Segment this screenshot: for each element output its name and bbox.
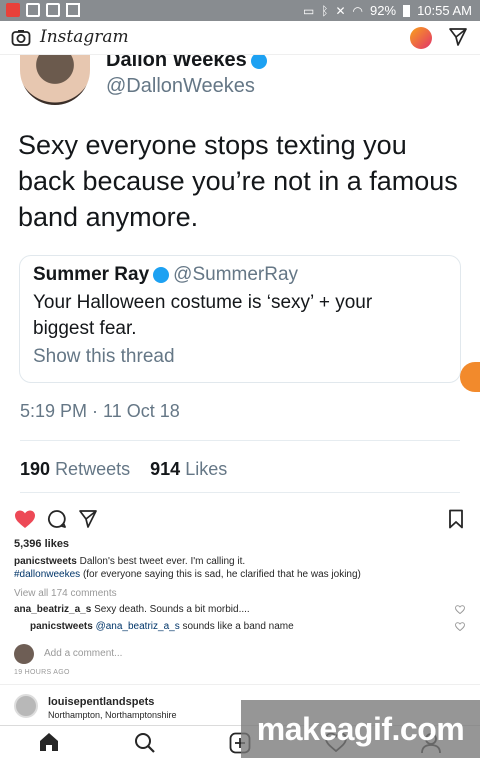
comment-text: Sexy death. Sounds a bit morbid.... xyxy=(94,604,250,615)
like-heart-icon[interactable] xyxy=(14,509,36,529)
quoted-text: Your Halloween costume is ‘sexy’ + your … xyxy=(33,292,373,339)
bluetooth-icon: ᛒ xyxy=(321,3,329,18)
comment-item: ana_beatriz_a_s Sexy death. Sounds a bit… xyxy=(14,604,250,615)
caption-username[interactable]: panicstweets xyxy=(14,556,77,567)
comment-like-icon[interactable] xyxy=(455,605,465,614)
instagram-header: Instagram xyxy=(0,21,480,55)
watermark: makeagif.com xyxy=(241,700,480,758)
comment-mention[interactable]: @ana_beatriz_a_s xyxy=(96,621,180,632)
like-label: Likes xyxy=(185,459,228,479)
home-icon[interactable] xyxy=(38,732,60,752)
tweet-author-name: Dallon Weekes xyxy=(106,55,267,72)
retweet-label: Retweets xyxy=(55,459,131,479)
comment-like-icon[interactable] xyxy=(455,622,465,631)
divider xyxy=(20,492,460,493)
system-status: ▭ ᛒ ✕ ◠ 92% 10:55 AM xyxy=(303,3,472,18)
share-icon[interactable] xyxy=(78,509,98,529)
like-count: 914 xyxy=(150,459,181,479)
comment-username[interactable]: ana_beatriz_a_s xyxy=(14,604,91,615)
show-thread-link: Show this thread xyxy=(33,346,175,367)
cast-icon: ▭ xyxy=(302,3,315,18)
app-notification-icon xyxy=(6,3,20,17)
tweet-avatar xyxy=(20,55,90,105)
play-store-icon xyxy=(66,3,80,17)
battery-level: 92% xyxy=(370,3,397,18)
divider xyxy=(20,440,460,441)
tweet-stats: 190 Retweets 914 Likes xyxy=(20,459,227,480)
floating-side-tab[interactable] xyxy=(460,362,480,392)
caption-rest: (for everyone saying this is sad, he cla… xyxy=(82,569,361,580)
post-time-ago: 19 HOURS AGO xyxy=(14,669,70,676)
tweet-text: Sexy everyone stops texting you back bec… xyxy=(18,130,458,232)
user-avatar xyxy=(14,644,34,664)
tweet-author-handle: @DallonWeekes xyxy=(106,75,255,97)
camera-icon[interactable] xyxy=(11,28,31,48)
mute-icon: ✕ xyxy=(335,3,346,18)
battery-icon xyxy=(403,4,411,17)
clock: 10:55 AM xyxy=(417,3,472,18)
post-actions xyxy=(0,505,480,535)
caption-hashtag[interactable]: #dallonweekes xyxy=(14,569,80,580)
wifi-icon: ◠ xyxy=(352,3,364,18)
quoted-tweet: Summer Ray @SummerRay Your Halloween cost… xyxy=(19,255,461,383)
search-icon[interactable] xyxy=(134,732,156,754)
next-post-username[interactable]: louisepentlandspets xyxy=(48,696,154,708)
quoted-handle: @SummerRay xyxy=(173,264,299,285)
image-icon xyxy=(46,3,60,17)
comment-text: sounds like a band name xyxy=(182,621,294,632)
igtv-icon[interactable] xyxy=(410,27,432,49)
add-comment-row[interactable]: Add a comment... xyxy=(14,644,466,666)
reply-comment-item: panicstweets @ana_beatriz_a_s sounds lik… xyxy=(30,621,294,632)
status-bar: ▭ ᛒ ✕ ◠ 92% 10:55 AM xyxy=(0,0,480,21)
add-comment-input[interactable]: Add a comment... xyxy=(44,648,122,659)
direct-send-icon[interactable] xyxy=(448,27,468,47)
notification-icons xyxy=(6,3,80,17)
next-post-location[interactable]: Northampton, Northamptonshire xyxy=(48,710,177,720)
caption-text: Dallon's best tweet ever. I'm calling it… xyxy=(79,556,246,567)
quoted-author: Summer Ray @SummerRay xyxy=(33,264,299,285)
retweet-count: 190 xyxy=(20,459,51,479)
post-caption: panicstweets Dallon's best tweet ever. I… xyxy=(14,555,464,581)
comment-icon[interactable] xyxy=(47,509,67,529)
post-image[interactable]: Dallon Weekes @DallonWeekes Sexy everyon… xyxy=(0,55,480,500)
likes-count[interactable]: 5,396 likes xyxy=(14,538,69,550)
comment-username[interactable]: panicstweets xyxy=(30,621,93,632)
save-bookmark-icon[interactable] xyxy=(448,509,464,529)
tweet-timestamp: 5:19 PM · 11 Oct 18 xyxy=(20,401,180,421)
verified-icon xyxy=(250,55,267,69)
watermark-text: makeagif.com xyxy=(256,710,465,747)
verified-icon xyxy=(153,266,170,283)
post-separator xyxy=(0,684,480,685)
email-icon xyxy=(26,3,40,17)
instagram-logo: Instagram xyxy=(40,27,129,47)
next-post-avatar[interactable] xyxy=(14,694,38,718)
view-all-comments-link[interactable]: View all 174 comments xyxy=(14,588,117,599)
